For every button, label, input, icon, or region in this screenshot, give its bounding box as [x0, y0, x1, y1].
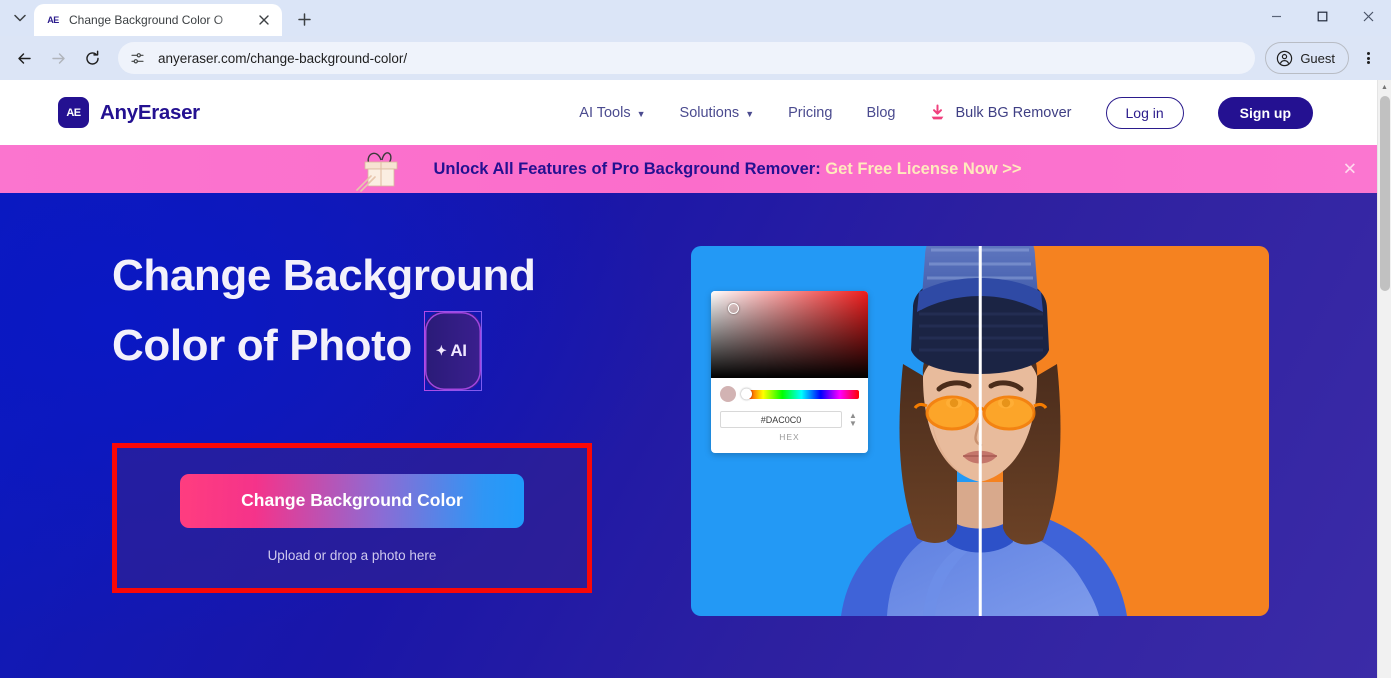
ai-badge-label: AI	[450, 341, 467, 360]
upload-dropzone-highlight: Change Background Color Upload or drop a…	[112, 443, 592, 593]
hex-format-label: HEX	[779, 432, 800, 442]
site-logo[interactable]: AE AnyEraser	[58, 97, 200, 128]
chrome-menu-icon[interactable]	[1353, 42, 1383, 74]
signup-button[interactable]: Sign up	[1217, 96, 1313, 129]
site-logo-text: AnyEraser	[100, 100, 200, 124]
chevron-down-icon: ▼	[636, 108, 646, 119]
forward-icon[interactable]	[42, 42, 74, 74]
hex-input[interactable]: #DAC0C0	[720, 411, 842, 428]
site-settings-icon[interactable]	[124, 45, 150, 71]
close-tab-icon[interactable]	[254, 10, 274, 30]
upload-hint-text: Upload or drop a photo here	[267, 547, 437, 563]
hero-title-line-2: Color of Photo	[112, 321, 412, 370]
anyeraser-favicon: AE	[47, 15, 59, 25]
sparkle-icon: ✦	[435, 343, 447, 358]
tab-title: Change Background Color O	[69, 13, 224, 27]
gift-icon	[355, 146, 417, 192]
login-button[interactable]: Log in	[1105, 96, 1184, 129]
promo-cta-link[interactable]: Get Free License Now >>	[825, 160, 1021, 178]
site-header: AE AnyEraser AI Tools ▼ Solutions ▼ Pric…	[0, 80, 1377, 145]
main-navigation: AI Tools ▼ Solutions ▼ Pricing Blog Bulk…	[579, 96, 1313, 129]
scroll-up-icon[interactable]: ▲	[1378, 80, 1391, 94]
scrollbar-thumb[interactable]	[1380, 96, 1390, 291]
address-bar[interactable]: anyeraser.com/change-background-color/	[118, 42, 1256, 74]
hue-handle[interactable]	[741, 388, 752, 400]
anyeraser-logo-icon: AE	[58, 97, 89, 128]
nav-label: Solutions	[679, 104, 740, 121]
hero-title-line-2-wrap: Color of Photo ✦ AI	[112, 311, 672, 391]
promo-content[interactable]: Unlock All Features of Pro Background Re…	[355, 146, 1022, 192]
stepper-down-icon[interactable]: ▼	[849, 419, 857, 428]
browser-tab[interactable]: AE Change Background Color O	[34, 4, 282, 36]
hue-slider[interactable]	[741, 388, 859, 400]
nav-item-blog[interactable]: Blog	[866, 105, 895, 121]
tab-search-button[interactable]	[6, 4, 34, 32]
nav-item-bulk-bg-remover[interactable]: Bulk BG Remover	[929, 104, 1072, 121]
hue-row	[720, 386, 859, 402]
profile-label: Guest	[1300, 50, 1335, 66]
back-icon[interactable]	[8, 42, 40, 74]
color-picker-body: #DAC0C0 ▲ ▼ HEX	[711, 378, 868, 442]
reload-icon[interactable]	[76, 42, 108, 74]
promo-text-block: Unlock All Features of Pro Background Re…	[433, 160, 1021, 179]
close-banner-icon[interactable]: ✕	[1343, 161, 1357, 178]
minimize-icon[interactable]	[1253, 0, 1299, 32]
new-tab-button[interactable]	[290, 5, 318, 33]
chevron-down-icon: ▼	[745, 108, 755, 119]
upload-dropzone[interactable]: Change Background Color Upload or drop a…	[117, 448, 587, 588]
web-page: AE AnyEraser AI Tools ▼ Solutions ▼ Pric…	[0, 80, 1377, 678]
profile-button[interactable]: Guest	[1265, 42, 1349, 74]
page-viewport: AE AnyEraser AI Tools ▼ Solutions ▼ Pric…	[0, 80, 1391, 678]
nav-label: Blog	[866, 104, 896, 121]
nav-item-ai-tools[interactable]: AI Tools ▼	[579, 105, 645, 121]
nav-label: AI Tools	[579, 104, 631, 121]
user-avatar-icon	[1277, 50, 1293, 66]
browser-toolbar: anyeraser.com/change-background-color/ G…	[0, 36, 1391, 80]
color-picker-widget[interactable]: #DAC0C0 ▲ ▼ HEX	[711, 291, 868, 453]
nav-item-solutions[interactable]: Solutions ▼	[680, 105, 755, 121]
current-color-swatch	[720, 386, 736, 402]
nav-label: Pricing	[788, 104, 833, 121]
ai-badge: ✦ AI	[423, 311, 482, 391]
nav-item-pricing[interactable]: Pricing	[788, 105, 832, 121]
promo-banner: Unlock All Features of Pro Background Re…	[0, 145, 1377, 193]
change-background-color-button[interactable]: Change Background Color	[180, 473, 524, 528]
hero-section: Change Background Color of Photo ✦ AI Chan…	[0, 193, 1377, 678]
url-text: anyeraser.com/change-background-color/	[158, 50, 408, 66]
promo-text: Unlock All Features of Pro Background Re…	[433, 159, 821, 178]
saturation-value-area[interactable]	[711, 291, 868, 378]
hero-title-line-1: Change Background	[112, 251, 536, 300]
before-after-divider[interactable]	[978, 246, 982, 616]
saturation-handle[interactable]	[728, 303, 739, 314]
page-title: Change Background Color of Photo ✦ AI	[112, 241, 672, 391]
page-scrollbar[interactable]: ▲	[1377, 80, 1391, 678]
close-window-icon[interactable]	[1345, 0, 1391, 32]
before-after-preview: #DAC0C0 ▲ ▼ HEX	[691, 246, 1269, 616]
download-icon	[932, 104, 944, 120]
window-controls	[1253, 0, 1391, 32]
bulk-bg-remover-label: Bulk BG Remover	[955, 104, 1072, 121]
browser-window: AE Change Background Color O anyeraser.c…	[0, 0, 1391, 678]
tab-strip: AE Change Background Color O	[0, 0, 1391, 36]
hero-copy: Change Background Color of Photo ✦ AI	[112, 241, 672, 391]
maximize-icon[interactable]	[1299, 0, 1345, 32]
format-stepper[interactable]: ▲ ▼	[847, 411, 859, 428]
hex-row: #DAC0C0 ▲ ▼	[720, 411, 859, 428]
